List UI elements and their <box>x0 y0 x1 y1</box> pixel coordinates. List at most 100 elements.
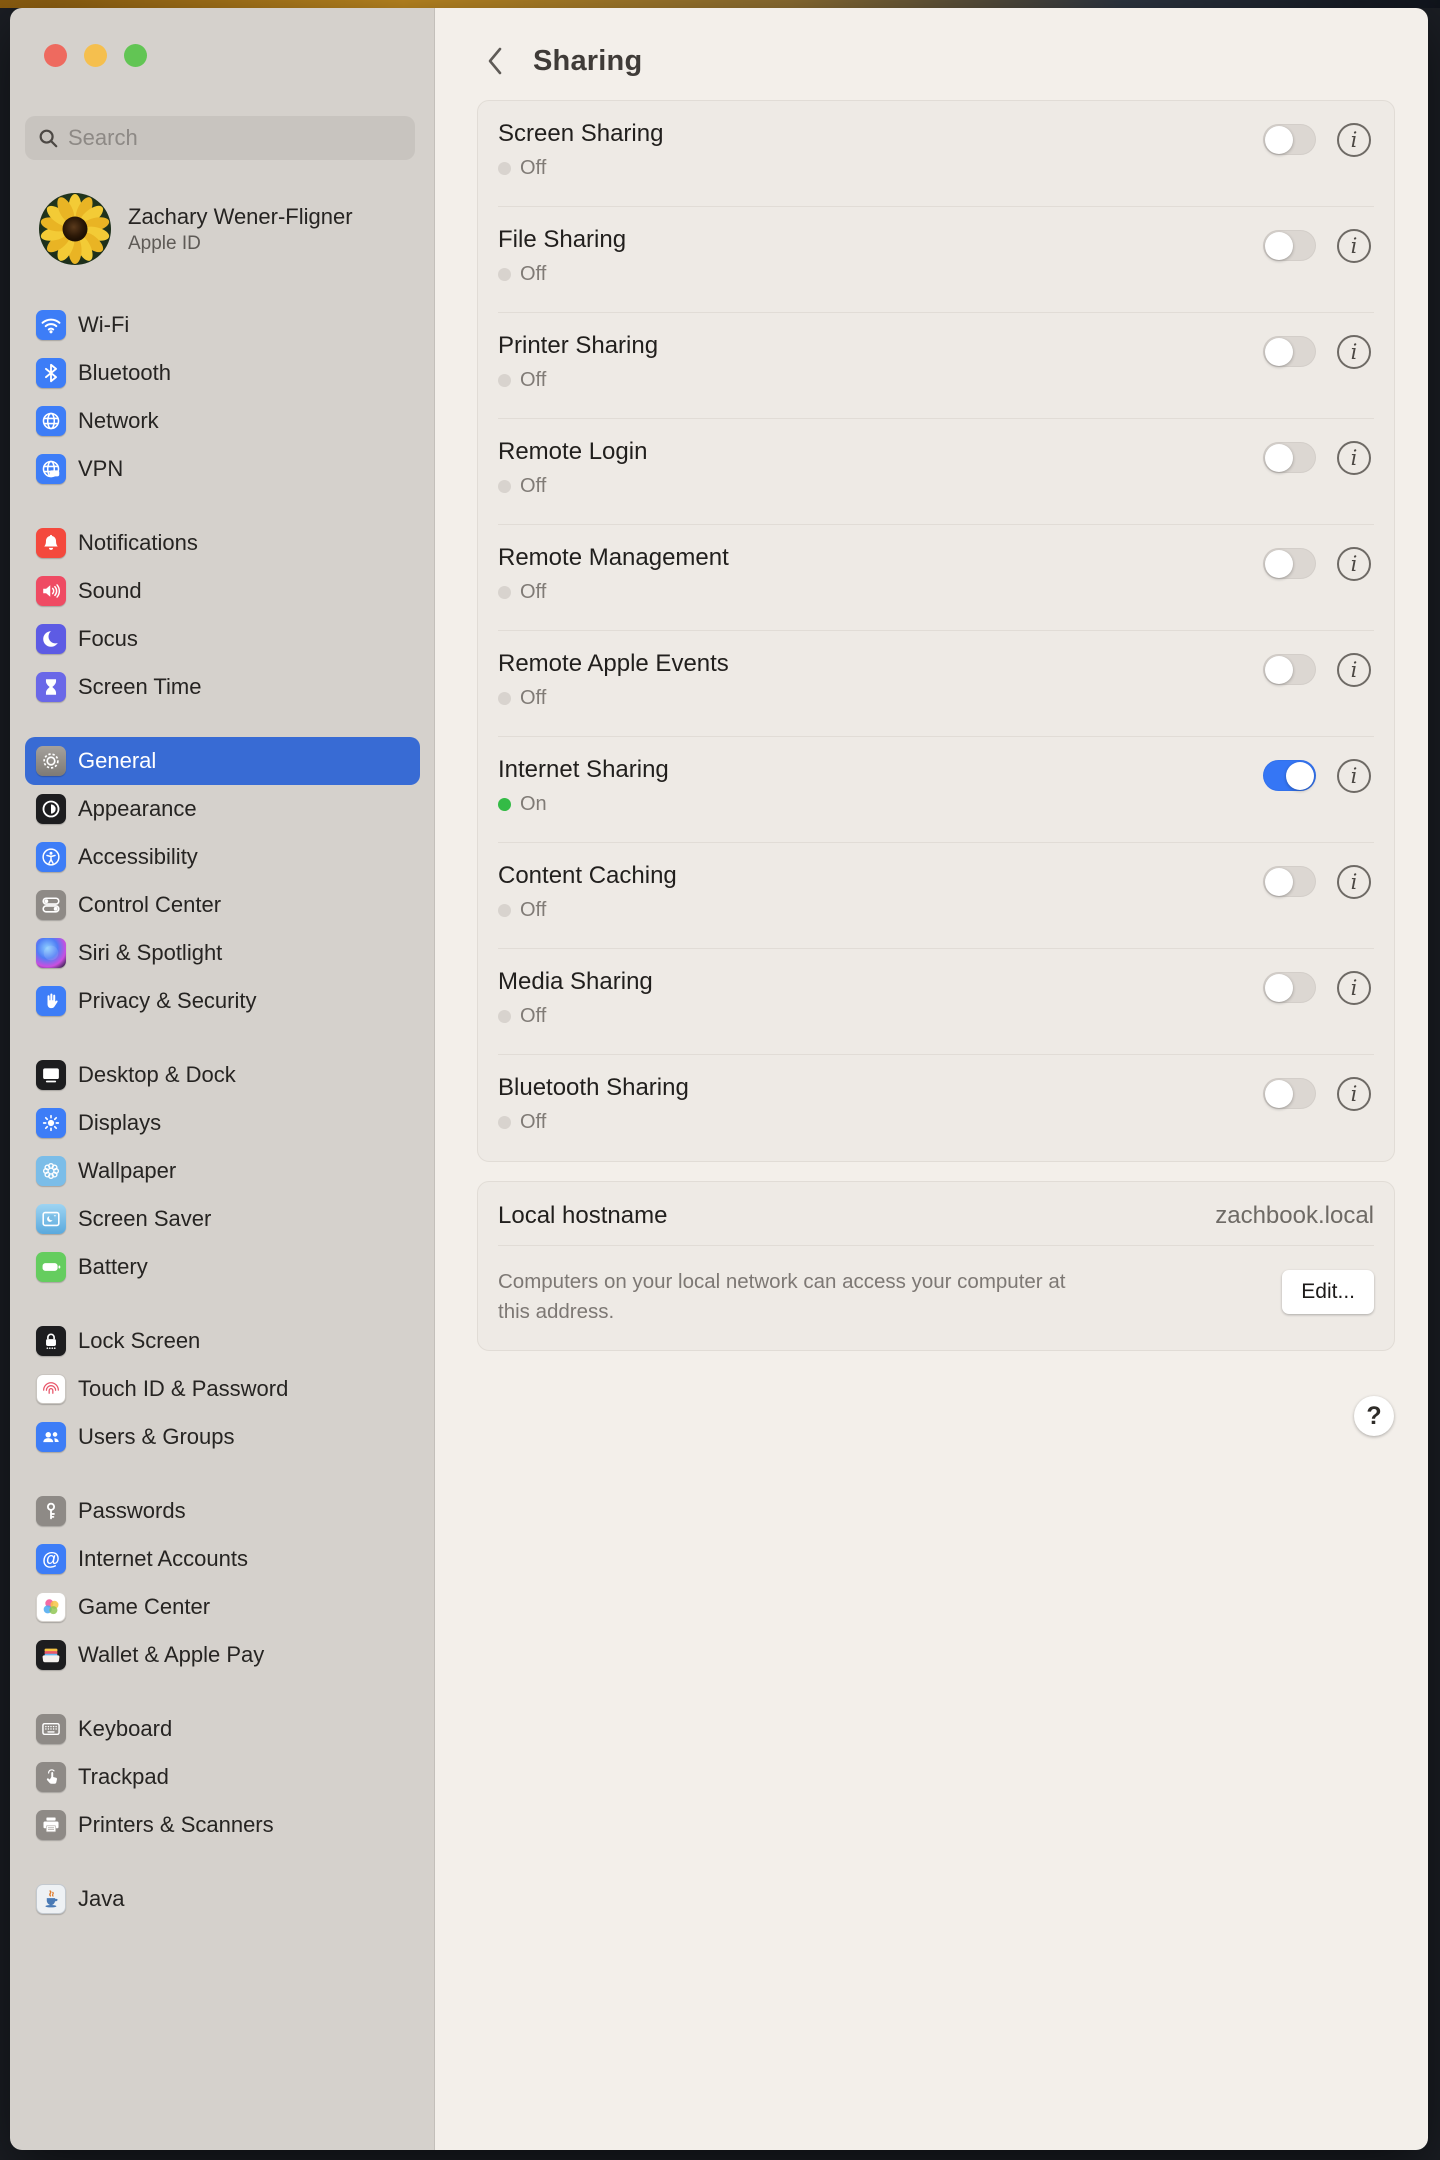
screen-saver-icon <box>36 1204 66 1234</box>
sidebar-item-label: Notifications <box>78 530 198 556</box>
sidebar-item-bluetooth[interactable]: Bluetooth <box>25 349 420 397</box>
trackpad-icon <box>36 1762 66 1792</box>
toggle-content-caching[interactable] <box>1263 866 1316 897</box>
hostname-description-row: Computers on your local network can acce… <box>478 1246 1394 1350</box>
info-button-media-sharing[interactable]: i <box>1337 971 1371 1005</box>
sidebar-group: Desktop & DockDisplaysWallpaperScreen Sa… <box>25 1051 420 1291</box>
appearance-icon <box>36 794 66 824</box>
info-button-remote-management[interactable]: i <box>1337 547 1371 581</box>
info-button-content-caching[interactable]: i <box>1337 865 1371 899</box>
sidebar-item-label: Java <box>78 1886 124 1912</box>
sidebar-item-label: General <box>78 748 156 774</box>
sidebar-item-focus[interactable]: Focus <box>25 615 420 663</box>
sidebar-item-label: Wi-Fi <box>78 312 129 338</box>
sidebar-item-label: VPN <box>78 456 123 482</box>
info-button-bluetooth-sharing[interactable]: i <box>1337 1077 1371 1111</box>
search-field[interactable] <box>25 116 415 160</box>
toggle-remote-management[interactable] <box>1263 548 1316 579</box>
info-button-remote-apple-events[interactable]: i <box>1337 653 1371 687</box>
sharing-row-content-caching: Content CachingOffi <box>478 843 1394 949</box>
sidebar-item-printers-scanners[interactable]: Printers & Scanners <box>25 1801 420 1849</box>
sidebar-item-label: Sound <box>78 578 142 604</box>
close-button[interactable] <box>44 44 67 67</box>
toggle-bluetooth-sharing[interactable] <box>1263 1078 1316 1109</box>
sidebar-item-appearance[interactable]: Appearance <box>25 785 420 833</box>
printers-icon <box>36 1810 66 1840</box>
lock-screen-icon <box>36 1326 66 1356</box>
sidebar-item-screen-time[interactable]: Screen Time <box>25 663 420 711</box>
sidebar-item-battery[interactable]: Battery <box>25 1243 420 1291</box>
search-icon <box>37 127 59 149</box>
minimize-button[interactable] <box>84 44 107 67</box>
sidebar-item-keyboard[interactable]: Keyboard <box>25 1705 420 1753</box>
info-icon: i <box>1351 554 1358 575</box>
sharing-pane: Sharing Screen SharingOffiFile SharingOf… <box>435 8 1428 2150</box>
toggle-media-sharing[interactable] <box>1263 972 1316 1003</box>
info-button-printer-sharing[interactable]: i <box>1337 335 1371 369</box>
help-button[interactable]: ? <box>1354 1396 1394 1436</box>
apple-id-row[interactable]: Zachary Wener-Fligner Apple ID <box>39 193 409 265</box>
sharing-item-label: File Sharing <box>498 226 1394 254</box>
sidebar-item-label: Battery <box>78 1254 148 1280</box>
info-button-remote-login[interactable]: i <box>1337 441 1371 475</box>
sidebar-item-game-center[interactable]: Game Center <box>25 1583 420 1631</box>
sidebar-item-privacy-security[interactable]: Privacy & Security <box>25 977 420 1025</box>
toggle-knob <box>1265 550 1293 578</box>
toggle-screen-sharing[interactable] <box>1263 124 1316 155</box>
info-button-screen-sharing[interactable]: i <box>1337 123 1371 157</box>
hostname-card: Local hostname zachbook.local Computers … <box>477 1181 1395 1351</box>
toggle-internet-sharing[interactable] <box>1263 760 1316 791</box>
sidebar-item-siri-spotlight[interactable]: Siri & Spotlight <box>25 929 420 977</box>
hostname-label: Local hostname <box>498 1202 667 1246</box>
avatar <box>39 193 111 265</box>
sidebar-item-general[interactable]: General <box>25 737 420 785</box>
sidebar-item-users-groups[interactable]: Users & Groups <box>25 1413 420 1461</box>
search-input[interactable] <box>68 125 403 151</box>
info-button-internet-sharing[interactable]: i <box>1337 759 1371 793</box>
status-dot-icon <box>498 692 511 705</box>
sidebar-item-wi-fi[interactable]: Wi-Fi <box>25 301 420 349</box>
system-settings-window: Zachary Wener-Fligner Apple ID Wi-Fi Blue… <box>10 8 1428 2150</box>
info-button-file-sharing[interactable]: i <box>1337 229 1371 263</box>
sidebar-item-label: Accessibility <box>78 844 198 870</box>
control-center-icon <box>36 890 66 920</box>
sharing-row-screen-sharing: Screen SharingOffi <box>478 101 1394 207</box>
sidebar-item-network[interactable]: Network <box>25 397 420 445</box>
toggle-knob <box>1265 656 1293 684</box>
sidebar-group: Passwords@Internet Accounts Game Center Wa… <box>25 1487 420 1679</box>
sidebar-item-wallpaper[interactable]: Wallpaper <box>25 1147 420 1195</box>
sidebar-item-lock-screen[interactable]: Lock Screen <box>25 1317 420 1365</box>
status-text: Off <box>520 157 546 180</box>
sidebar-item-displays[interactable]: Displays <box>25 1099 420 1147</box>
sidebar-item-internet-accounts[interactable]: @Internet Accounts <box>25 1535 420 1583</box>
toggle-remote-apple-events[interactable] <box>1263 654 1316 685</box>
back-button[interactable] <box>486 44 504 78</box>
sidebar-item-wallet-apple-pay[interactable]: Wallet & Apple Pay <box>25 1631 420 1679</box>
sidebar-item-control-center[interactable]: Control Center <box>25 881 420 929</box>
sidebar-item-passwords[interactable]: Passwords <box>25 1487 420 1535</box>
sidebar-item-touch-id-password[interactable]: Touch ID & Password <box>25 1365 420 1413</box>
network-icon <box>36 406 66 436</box>
bluetooth-icon <box>36 358 66 388</box>
sidebar-item-java[interactable]: Java <box>25 1875 420 1923</box>
sidebar-item-label: Game Center <box>78 1594 210 1620</box>
sidebar-item-notifications[interactable]: Notifications <box>25 519 420 567</box>
sidebar-item-desktop-dock[interactable]: Desktop & Dock <box>25 1051 420 1099</box>
sidebar-item-sound[interactable]: Sound <box>25 567 420 615</box>
zoom-button[interactable] <box>124 44 147 67</box>
sound-icon <box>36 576 66 606</box>
edit-hostname-button[interactable]: Edit... <box>1282 1270 1374 1314</box>
sidebar-item-screen-saver[interactable]: Screen Saver <box>25 1195 420 1243</box>
toggle-remote-login[interactable] <box>1263 442 1316 473</box>
toggle-file-sharing[interactable] <box>1263 230 1316 261</box>
hostname-description: Computers on your local network can acce… <box>498 1267 1098 1326</box>
sidebar-item-trackpad[interactable]: Trackpad <box>25 1753 420 1801</box>
toggle-printer-sharing[interactable] <box>1263 336 1316 367</box>
sidebar-item-label: Wallet & Apple Pay <box>78 1642 264 1668</box>
info-icon: i <box>1351 1084 1358 1105</box>
sharing-row-internet-sharing: Internet SharingOni <box>478 737 1394 843</box>
sidebar-item-vpn[interactable]: VPN <box>25 445 420 493</box>
status-dot-icon <box>498 374 511 387</box>
sidebar-item-accessibility[interactable]: Accessibility <box>25 833 420 881</box>
toggle-knob <box>1286 762 1314 790</box>
